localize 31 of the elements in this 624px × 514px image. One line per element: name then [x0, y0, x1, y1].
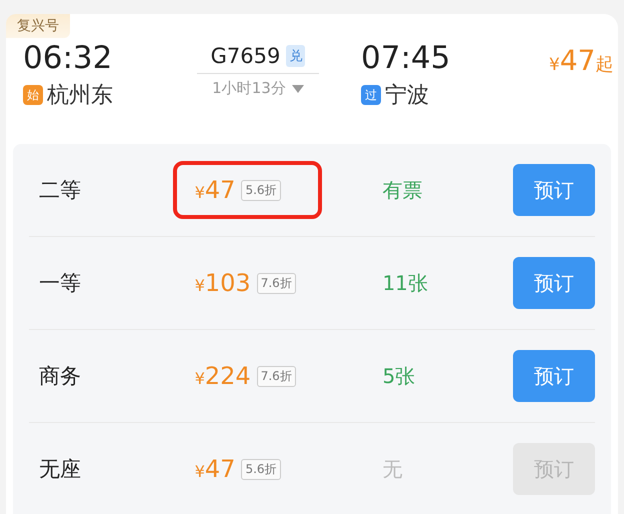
discount-tag: 7.6折 [256, 366, 296, 386]
station-tag: 过 [361, 85, 381, 105]
train-type-badge: 复兴号 [6, 14, 70, 38]
redeem-tag: 兑 [286, 45, 306, 67]
seat-price: ¥47 [194, 176, 236, 204]
caret-icon [292, 84, 304, 92]
ticket-availability: 11张 [382, 270, 429, 296]
book-button[interactable]: 预订 [513, 257, 595, 309]
book-button[interactable]: 预订 [513, 350, 595, 402]
seat-price: ¥103 [194, 269, 251, 297]
seat-class: 二等 [38, 177, 82, 204]
discount-tag: 7.6折 [256, 272, 296, 294]
ticket-availability: 5张 [382, 362, 416, 390]
discount-tag: 5.6折 [241, 180, 281, 200]
train-number: G7659 [210, 44, 280, 68]
departure-station: 杭州东 [47, 82, 113, 110]
arrival-station: 宁波 [385, 82, 429, 110]
seat-class: 一等 [38, 270, 82, 297]
lowest-price: ¥47起 [549, 44, 614, 77]
duration-toggle[interactable]: 1小时13分 [212, 79, 304, 98]
ticket-availability: 有票 [382, 176, 424, 204]
discount-tag: 5.6折 [241, 458, 281, 480]
seat-class: 无座 [38, 456, 82, 483]
station-tag: 始 [23, 85, 43, 105]
ticket-availability: 无 [382, 456, 404, 482]
departure-time: 06:32 [23, 39, 114, 78]
book-button[interactable]: 预订 [513, 164, 595, 216]
seat-class: 商务 [38, 363, 82, 390]
arrival-time: 07:45 [361, 39, 452, 78]
seat-price: ¥224 [194, 362, 251, 390]
seat-price: ¥47 [194, 455, 236, 483]
